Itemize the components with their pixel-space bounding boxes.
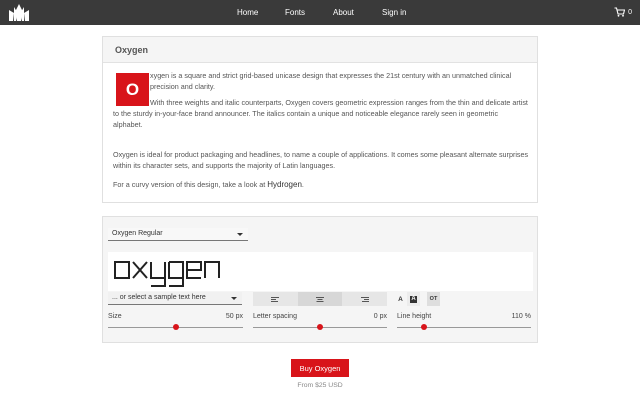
size-slider-handle[interactable] xyxy=(172,324,179,330)
inverted-label: A xyxy=(410,295,417,303)
align-right-button[interactable] xyxy=(342,292,387,306)
font-style-value: Oxygen Regular xyxy=(112,230,163,237)
uppercase-label: A xyxy=(398,295,403,303)
inverted-button[interactable]: A xyxy=(407,292,420,306)
align-center-icon xyxy=(316,296,324,302)
align-left-button[interactable] xyxy=(253,292,298,306)
preview-text-data: oxygen xyxy=(108,252,109,253)
sample-text-value: ... or select a sample text here xyxy=(112,294,206,301)
letter-spacing-value: 0 px xyxy=(373,313,387,320)
about-panel: Oxygen O xygen is a square and strict gr… xyxy=(102,36,538,203)
hydrogen-link[interactable]: Hydrogen xyxy=(267,180,302,189)
nav-home-link[interactable]: Home xyxy=(237,8,258,17)
line-height-label: Line height xyxy=(397,313,432,320)
align-right-icon xyxy=(360,296,369,302)
nav-signin-link[interactable]: Sign in xyxy=(382,8,406,17)
about-paragraph-2: With three weights and italic counterpar… xyxy=(113,98,528,129)
letter-spacing-label: Letter spacing xyxy=(253,313,297,320)
p4-suffix: . xyxy=(301,180,304,189)
price-text: From $25 USD xyxy=(297,382,343,389)
cart-button[interactable]: 0 xyxy=(614,6,632,18)
font-style-select[interactable]: Oxygen Regular xyxy=(108,228,248,241)
nav-about-link[interactable]: About xyxy=(333,8,354,17)
sample-text-select[interactable]: ... or select a sample text here xyxy=(108,292,242,305)
align-center-button[interactable] xyxy=(297,292,343,306)
chevron-down-icon xyxy=(237,233,243,236)
about-paragraph-3: Oxygen is ideal for product packaging an… xyxy=(113,150,529,170)
cart-icon xyxy=(614,7,626,17)
chevron-down-icon xyxy=(231,297,237,300)
uppercase-button[interactable]: A xyxy=(394,292,407,306)
line-height-slider-track[interactable] xyxy=(397,327,531,328)
top-nav-bar: Home Fonts About Sign in 0 xyxy=(0,0,640,25)
nav-fonts-link[interactable]: Fonts xyxy=(285,8,305,17)
size-label: Size xyxy=(108,313,122,320)
letter-spacing-slider-handle[interactable] xyxy=(317,324,323,330)
opentype-features-button[interactable]: OT xyxy=(427,292,440,306)
about-paragraph-4: For a curvy version of this design, take… xyxy=(113,180,529,191)
about-body: O xygen is a square and strict grid-base… xyxy=(103,63,537,202)
alignment-buttons xyxy=(253,292,387,306)
line-height-slider-handle[interactable] xyxy=(420,324,427,330)
type-tester-panel: Oxygen Regular oxygen ... or select a sa… xyxy=(102,216,538,343)
p4-prefix: For a curvy version of this design, take… xyxy=(113,180,268,189)
panel-title: Oxygen xyxy=(103,37,537,63)
about-paragraph-1: xygen is a square and strict grid-based … xyxy=(150,71,512,91)
buy-button[interactable]: Buy Oxygen xyxy=(291,359,349,377)
opentype-label: OT xyxy=(429,296,438,302)
align-left-icon xyxy=(271,296,280,302)
line-height-value: 110 % xyxy=(511,313,531,320)
crown-logo-icon[interactable] xyxy=(8,3,30,22)
preview-area[interactable]: oxygen xyxy=(108,252,533,291)
cart-count: 0 xyxy=(628,8,632,16)
size-value: 50 px xyxy=(225,313,243,320)
preview-text xyxy=(114,261,220,287)
